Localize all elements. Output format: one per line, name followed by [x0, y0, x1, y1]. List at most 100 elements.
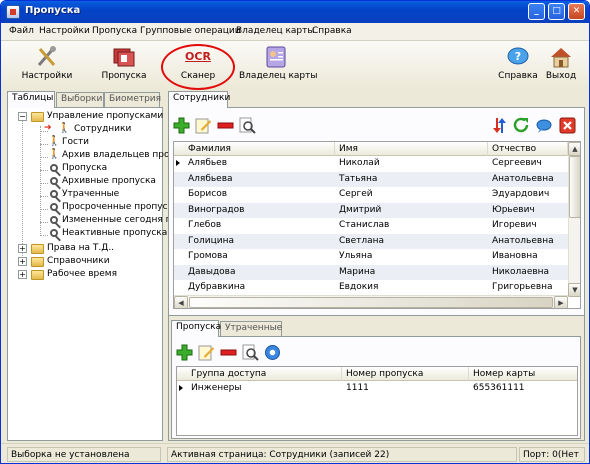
tab-employees[interactable]: Сотрудники [168, 91, 230, 108]
table-cell: Ульяна [339, 251, 373, 261]
menu-group-operations[interactable]: Групповые операции [140, 26, 241, 36]
menu-card-owner[interactable]: Владелец карты [236, 26, 315, 36]
table-row[interactable]: Виноградов Дмитрий Юрьевич [174, 202, 568, 218]
refresh-icon[interactable] [513, 117, 530, 134]
vertical-scrollbar[interactable]: ▲ ▼ [568, 142, 580, 297]
scroll-right-icon[interactable]: ▶ [554, 296, 568, 308]
table-cell: Эдуардович [492, 189, 550, 199]
table-row[interactable]: Инженеры 1111 655361111 [177, 381, 577, 396]
table-cell: Юрьевич [492, 204, 535, 215]
tree-item-inactive-passes[interactable]: Неактивные пропуска [62, 227, 167, 240]
column-header[interactable]: Отчество [488, 142, 568, 156]
tab-selections[interactable]: Выборки [56, 92, 104, 107]
table-cell: Николай [339, 158, 380, 168]
menu-help[interactable]: Справка [312, 26, 352, 36]
tree-item-employees[interactable]: Сотрудники [74, 123, 131, 136]
table-row[interactable]: Алябьев Николай Сергеевич [174, 156, 568, 171]
add-icon[interactable] [176, 344, 193, 361]
tree-item-rights[interactable]: Права на Т.Д.. [47, 242, 114, 255]
table-row[interactable]: Голицина Светлана Анатольевна [174, 233, 568, 249]
scroll-up-icon[interactable]: ▲ [568, 142, 580, 156]
table-cell: Громова [188, 251, 228, 261]
table-row[interactable]: Глебов Станислав Игоревич [174, 218, 568, 233]
column-header[interactable]: Имя [335, 142, 488, 156]
key-icon [50, 229, 58, 237]
close-button[interactable]: ✕ [568, 3, 585, 20]
exit-button[interactable]: Выход [541, 45, 581, 81]
tree-item-expired-passes[interactable]: Просроченные пропуск [62, 201, 173, 214]
horizontal-scrollbar[interactable]: ◀ ▶ [174, 295, 568, 308]
table-row[interactable]: Дубравкина Евдокия Григорьевна [174, 280, 568, 295]
table-row[interactable]: Давыдова Марина Николаевна [174, 264, 568, 280]
delete-icon[interactable] [217, 117, 234, 134]
expand-icon[interactable]: + [18, 270, 27, 279]
title-bar: Пропуска _ □ ✕ [1, 1, 589, 23]
table-cell: Григорьевна [492, 282, 553, 292]
tree-item-passes[interactable]: Пропуска [62, 162, 107, 175]
navigation-tree: − Управление пропусками ➔ 🚶 Сотрудники 🚶… [7, 107, 177, 441]
gear-icon[interactable] [264, 344, 281, 361]
sort-icon[interactable] [491, 117, 508, 134]
search-icon[interactable] [242, 344, 259, 361]
maximize-button[interactable]: □ [548, 3, 565, 20]
expand-icon[interactable]: + [18, 257, 27, 266]
scroll-down-icon[interactable]: ▼ [568, 283, 580, 297]
passes-button[interactable]: Пропуска [99, 45, 149, 81]
tree-item-working-time[interactable]: Рабочее время [47, 268, 117, 281]
tab-passes[interactable]: Пропуска [171, 320, 221, 337]
close-icon[interactable] [559, 117, 576, 134]
tab-tables[interactable]: Таблицы [7, 91, 55, 108]
tree-item-pass-management[interactable]: Управление пропусками [47, 110, 163, 123]
settings-button[interactable]: Настройки [21, 45, 73, 81]
card-owner-button[interactable]: Владелец карты [239, 45, 318, 81]
scroll-left-icon[interactable]: ◀ [174, 296, 188, 308]
edit-icon[interactable] [198, 344, 215, 361]
tab-biometrics[interactable]: Биометрия [104, 92, 161, 107]
minimize-button[interactable]: _ [528, 3, 545, 20]
menu-passes[interactable]: Пропуска [92, 26, 137, 36]
tree-item-archived-passes[interactable]: Архивные пропуска [62, 175, 156, 188]
table-cell: Борисов [188, 189, 228, 199]
table-row[interactable]: Алябьева Татьяна Анатольевна [174, 171, 568, 187]
tree-item-owners-archive[interactable]: Архив владельцев про [62, 149, 170, 162]
column-header[interactable]: Фамилия [184, 142, 335, 156]
edit-icon[interactable] [195, 117, 212, 134]
app-icon [6, 5, 20, 19]
cards-icon [113, 48, 135, 67]
right-panel: Сотрудники Фамилия Имя Отчество Алябьев Н… [168, 91, 585, 441]
tab-lost[interactable]: Утраченные [220, 321, 282, 336]
column-header[interactable]: Номер пропуска [342, 367, 469, 381]
menu-file[interactable]: Файл [9, 26, 34, 36]
collapse-icon[interactable]: − [18, 112, 27, 121]
tree-item-guests[interactable]: Гости [62, 136, 89, 149]
person-icon: 🚶 [48, 149, 61, 160]
table-cell: Евдокия [339, 282, 379, 292]
key-icon [50, 164, 58, 172]
app-window: Пропуска _ □ ✕ Файл Настройки Пропуска Г… [0, 0, 590, 464]
scroll-thumb[interactable] [569, 156, 580, 218]
menu-settings[interactable]: Настройки [39, 26, 90, 36]
tree-item-lost[interactable]: Утраченные [62, 188, 119, 201]
table-cell: Давыдова [188, 266, 236, 277]
column-header[interactable]: Номер карты [469, 367, 577, 381]
tree-item-references[interactable]: Справочники [47, 255, 110, 268]
comment-icon[interactable] [535, 117, 552, 134]
person-icon: 🚶 [58, 123, 71, 134]
table-cell: Ивановна [492, 251, 538, 261]
scroll-thumb[interactable] [189, 297, 553, 308]
table-cell: Сергей [339, 189, 373, 199]
search-icon[interactable] [239, 117, 256, 134]
help-button[interactable]: ? Справка [498, 45, 538, 81]
house-icon [551, 48, 571, 68]
table-cell: Игоревич [492, 220, 537, 230]
svg-text:?: ? [515, 50, 521, 63]
add-icon[interactable] [173, 117, 190, 134]
expand-icon[interactable]: + [18, 244, 27, 253]
tree-item-changed-today[interactable]: Измененные сегодня пр [62, 214, 177, 227]
table-row[interactable]: Громова Ульяна Ивановна [174, 249, 568, 264]
key-icon [50, 190, 58, 198]
left-panel: Таблицы Выборки Биометрия − Управление п… [7, 91, 177, 441]
table-row[interactable]: Борисов Сергей Эдуардович [174, 187, 568, 202]
column-header[interactable]: Группа доступа [187, 367, 342, 381]
delete-icon[interactable] [220, 344, 237, 361]
